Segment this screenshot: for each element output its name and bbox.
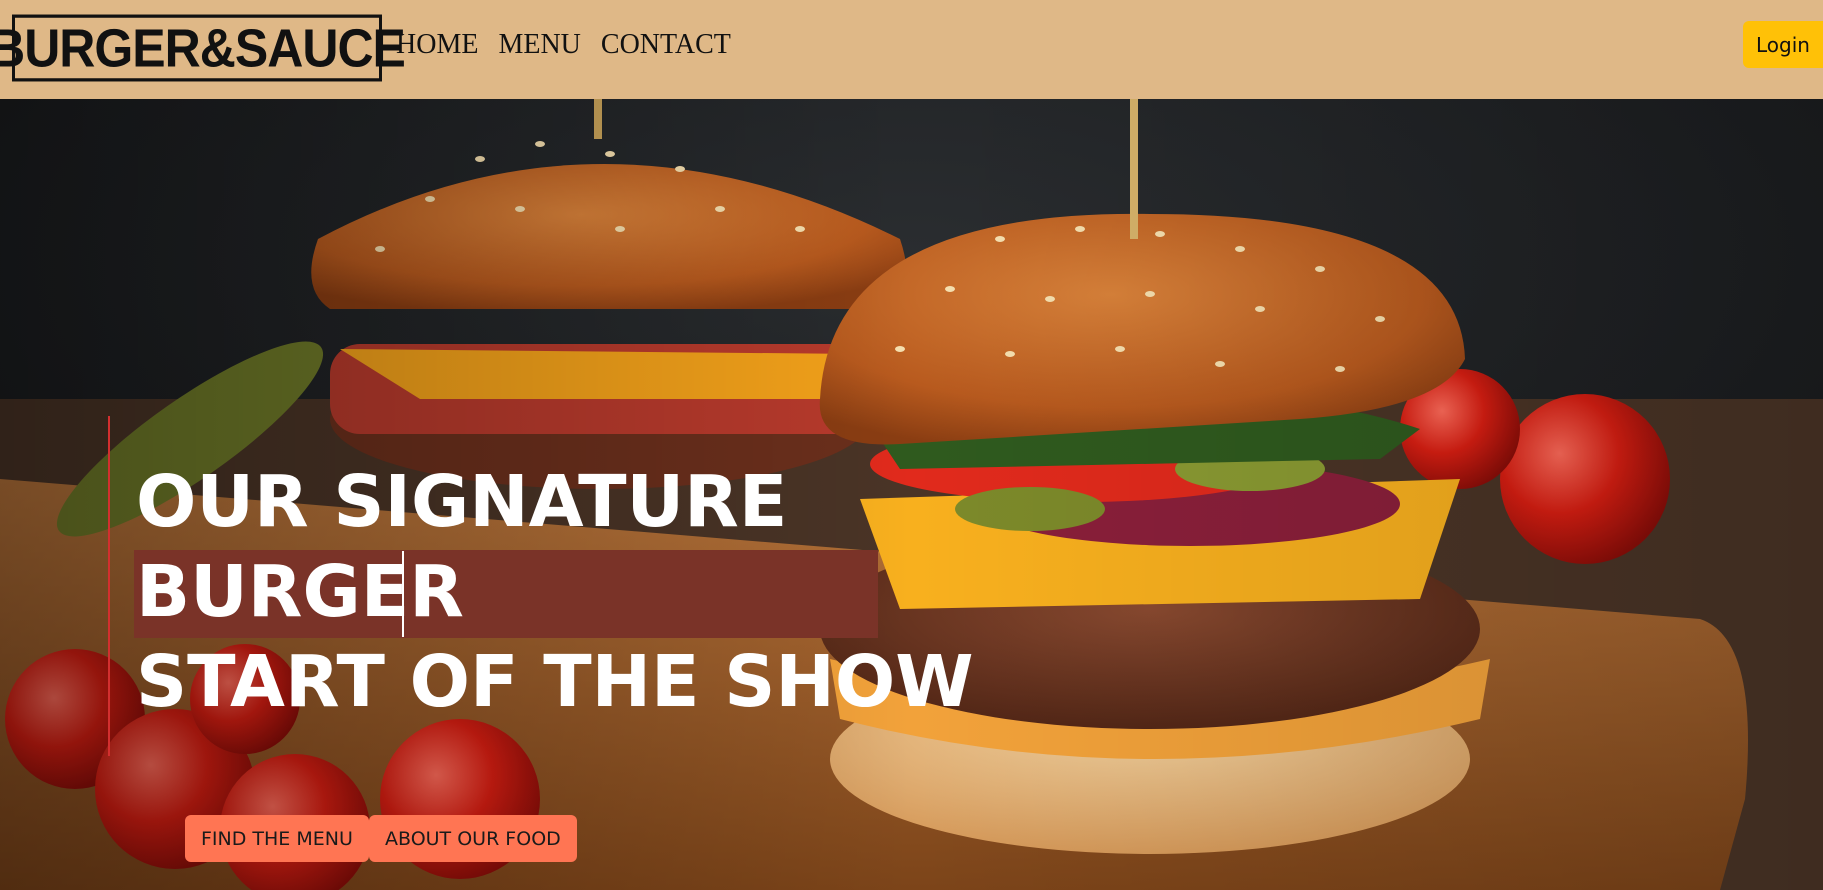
- main-nav: HOME MENU CONTACT: [396, 24, 731, 66]
- typed-word: BURGER: [136, 550, 464, 633]
- find-menu-button[interactable]: FIND THE MENU: [185, 815, 369, 862]
- brand-logo-text: BURGER&SAUCE: [0, 17, 406, 79]
- hero-accent-line: [108, 416, 110, 756]
- top-navbar: BURGER&SAUCE HOME MENU CONTACT Login: [0, 0, 1823, 99]
- hero-headline: OUR SIGNATURE BURGER START OF THE SHOW: [134, 457, 974, 727]
- nav-home-link[interactable]: HOME: [396, 24, 478, 66]
- hero-headline-line-2: BURGER: [134, 547, 974, 638]
- hero-headline-line-3: START OF THE SHOW: [136, 640, 974, 723]
- nav-menu-link[interactable]: MENU: [498, 24, 580, 66]
- typing-caret: [402, 551, 404, 637]
- about-food-button[interactable]: ABOUT OUR FOOD: [369, 815, 577, 862]
- login-button[interactable]: Login: [1743, 21, 1823, 68]
- brand-logo[interactable]: BURGER&SAUCE: [0, 14, 406, 82]
- hero-headline-line-1: OUR SIGNATURE: [136, 460, 788, 543]
- hero-section: OUR SIGNATURE BURGER START OF THE SHOW: [0, 99, 1823, 890]
- nav-contact-link[interactable]: CONTACT: [601, 24, 731, 66]
